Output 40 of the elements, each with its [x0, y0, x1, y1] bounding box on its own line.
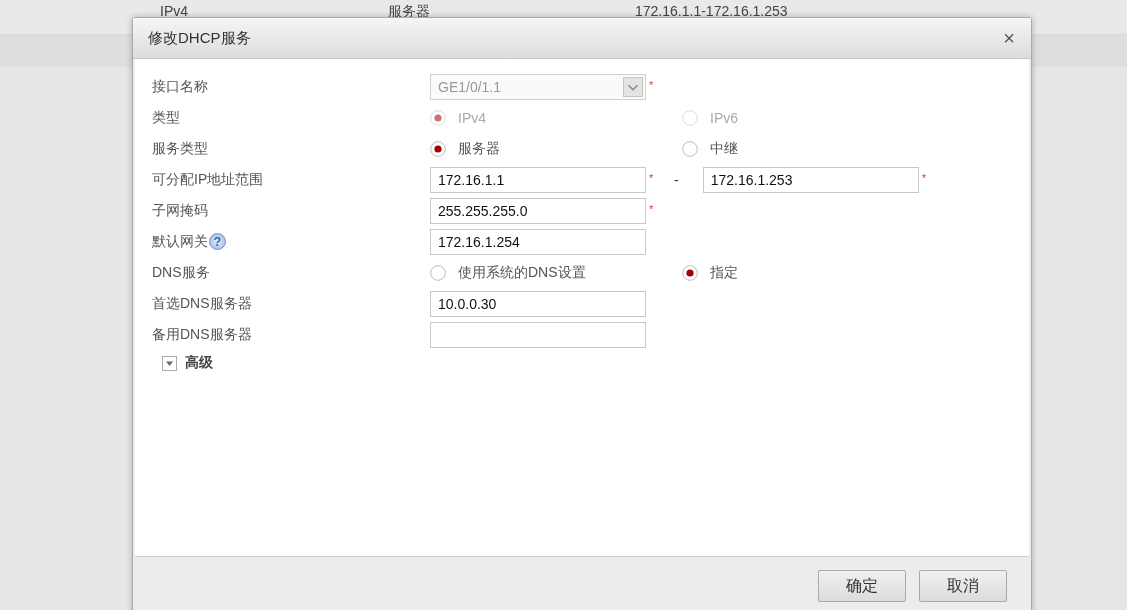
required-mark: *	[921, 171, 926, 184]
input-field[interactable]: 172.16.1.1	[430, 166, 646, 193]
field-label: 服务类型	[152, 139, 208, 158]
cancel-button[interactable]: 取消	[919, 570, 1007, 602]
radio-button[interactable]: 中继	[682, 139, 738, 158]
advanced-toggle[interactable]: 高级	[162, 354, 213, 372]
dropdown-field: GE1/0/1.1	[430, 73, 646, 100]
required-mark: *	[649, 202, 654, 215]
confirm-button[interactable]: 确定	[818, 570, 906, 602]
field-label: 首选DNS服务器	[152, 294, 252, 313]
field-label: 接口名称	[152, 77, 208, 96]
input-field[interactable]: 172.16.1.253	[702, 166, 919, 193]
close-button[interactable]: ×	[1003, 28, 1015, 48]
table-cell-text: IPv4	[160, 2, 188, 19]
help-icon[interactable]: ?	[209, 233, 226, 250]
radio-circle-icon[interactable]	[430, 140, 446, 157]
required-mark: *	[649, 171, 654, 184]
radio-button[interactable]: 使用系统的DNS设置	[430, 263, 586, 282]
radio-circle-icon[interactable]	[682, 264, 698, 281]
radio-circle-icon[interactable]	[430, 264, 446, 281]
field-label: 备用DNS服务器	[152, 325, 252, 344]
triangle-down-icon[interactable]	[162, 355, 177, 371]
input-field[interactable]: 10.0.0.30	[430, 290, 646, 317]
radio-circle-icon[interactable]	[682, 140, 698, 157]
dialog-title: 修改DHCP服务	[148, 28, 251, 48]
chevron-down-icon	[623, 76, 643, 97]
radio-button[interactable]: 指定	[682, 263, 738, 282]
input-field[interactable]	[430, 321, 646, 348]
field-label: 子网掩码	[152, 201, 208, 220]
input-field[interactable]: 172.16.1.254	[430, 228, 646, 255]
required-mark: *	[649, 78, 654, 91]
field-label: 类型	[152, 108, 180, 127]
radio-button[interactable]: 服务器	[430, 139, 500, 158]
field-label: DNS服务	[152, 263, 210, 282]
table-cell-text: 172.16.1.1-172.16.1.253	[635, 2, 788, 19]
range-separator: -	[674, 171, 679, 188]
input-field[interactable]: 255.255.255.0	[430, 197, 646, 224]
field-label: 默认网关	[152, 232, 208, 251]
table-cell-text: 服务器	[388, 2, 430, 21]
field-label: 可分配IP地址范围	[152, 170, 264, 189]
